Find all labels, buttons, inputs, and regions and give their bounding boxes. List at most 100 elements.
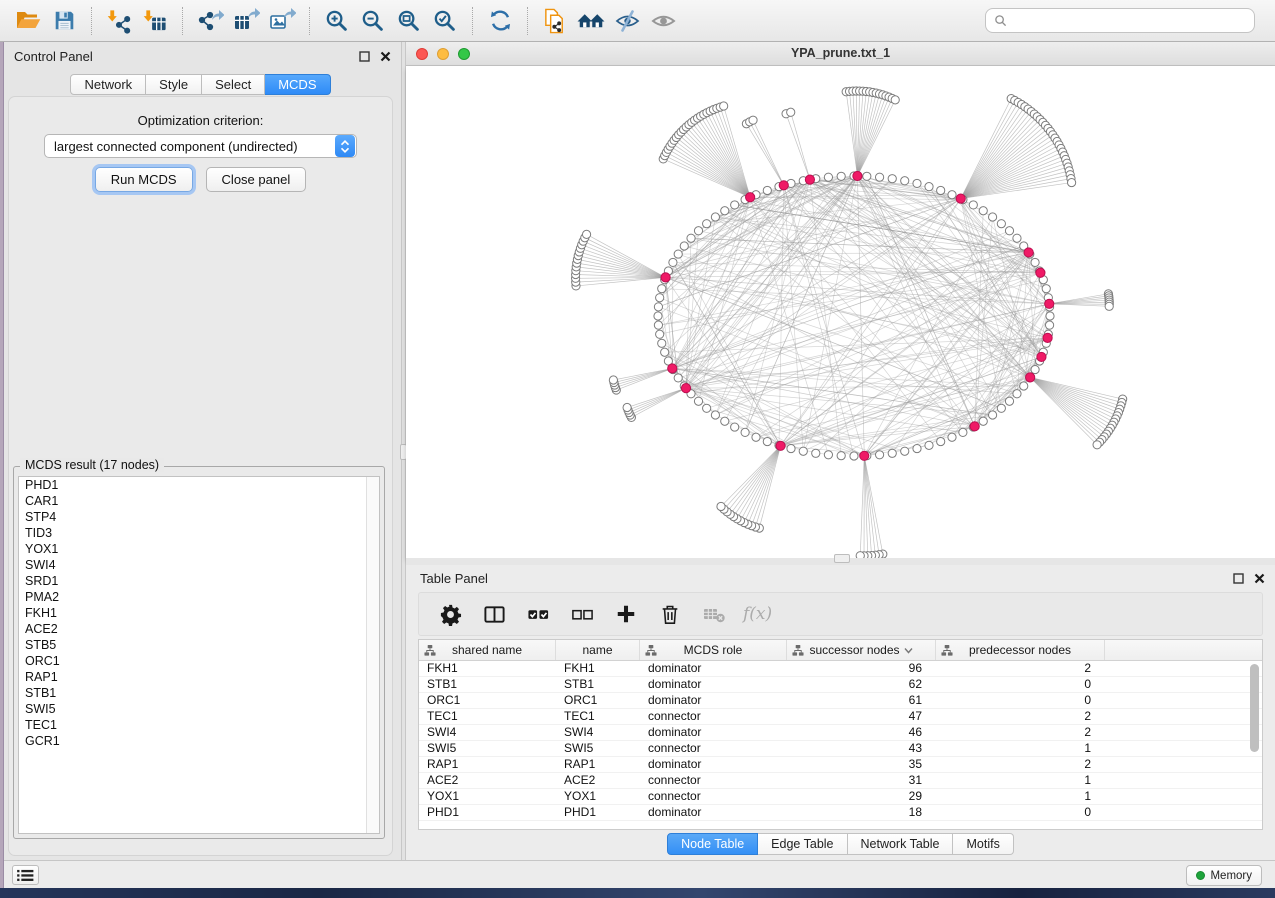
tab-motifs[interactable]: Motifs xyxy=(953,833,1013,855)
table-cell xyxy=(1105,773,1262,788)
mcds-list-item[interactable]: SWI5 xyxy=(19,701,379,717)
mcds-list-item[interactable]: STB5 xyxy=(19,637,379,653)
home-layout-button[interactable] xyxy=(573,3,609,39)
table-cell: 0 xyxy=(936,677,1105,692)
network-graph[interactable] xyxy=(406,66,1275,558)
mcds-list-scrollbar[interactable] xyxy=(366,477,379,833)
mcds-list-item[interactable]: TEC1 xyxy=(19,717,379,733)
tab-network[interactable]: Network xyxy=(70,74,146,95)
memory-button[interactable]: Memory xyxy=(1186,865,1262,886)
table-row[interactable]: TEC1TEC1connector472 xyxy=(419,709,1262,725)
import-table-icon xyxy=(142,8,168,34)
close-panel-button[interactable]: Close panel xyxy=(206,167,307,192)
open-file-button[interactable] xyxy=(10,3,46,39)
table-cell: 0 xyxy=(936,805,1105,820)
table-row[interactable]: STB1STB1dominator620 xyxy=(419,677,1262,693)
table-row[interactable]: SWI4SWI4dominator462 xyxy=(419,725,1262,741)
zoom-out-button[interactable] xyxy=(355,3,391,39)
close-table-panel-button[interactable] xyxy=(1252,571,1266,585)
table-settings-button[interactable] xyxy=(435,599,465,629)
column-header-successor-nodes[interactable]: successor nodes xyxy=(787,640,936,660)
export-image-button[interactable] xyxy=(264,3,300,39)
mcds-list-item[interactable]: GCR1 xyxy=(19,733,379,749)
table-cell: STB1 xyxy=(419,677,556,692)
mcds-list-item[interactable]: ACE2 xyxy=(19,621,379,637)
mcds-list-item[interactable]: ORC1 xyxy=(19,653,379,669)
tab-edge-table[interactable]: Edge Table xyxy=(758,833,847,855)
table-cell: 47 xyxy=(787,709,936,724)
mcds-list-item[interactable]: SRD1 xyxy=(19,573,379,589)
horizontal-splitter-handle[interactable] xyxy=(834,554,850,563)
search-field[interactable] xyxy=(985,8,1255,33)
table-row[interactable]: ORC1ORC1dominator610 xyxy=(419,693,1262,709)
column-header-predecessor-nodes[interactable]: predecessor nodes xyxy=(936,640,1105,660)
table-cell: 2 xyxy=(936,661,1105,676)
mcds-list-item[interactable]: PHD1 xyxy=(19,477,379,493)
export-network-button[interactable] xyxy=(192,3,228,39)
table-row[interactable]: ACE2ACE2connector311 xyxy=(419,773,1262,789)
refresh-button[interactable] xyxy=(482,3,518,39)
tab-node-table[interactable]: Node Table xyxy=(667,833,758,855)
table-cell xyxy=(1105,741,1262,756)
mcds-list-item[interactable]: FKH1 xyxy=(19,605,379,621)
zoom-in-button[interactable] xyxy=(319,3,355,39)
column-header-filler xyxy=(1105,640,1262,660)
tab-select[interactable]: Select xyxy=(202,74,265,95)
mcds-list-item[interactable]: SWI4 xyxy=(19,557,379,573)
tab-network-table[interactable]: Network Table xyxy=(848,833,954,855)
zoom-fit-button[interactable] xyxy=(391,3,427,39)
table-row[interactable]: SWI5SWI5connector431 xyxy=(419,741,1262,757)
column-header-name[interactable]: name xyxy=(556,640,640,660)
horizontal-splitter[interactable] xyxy=(406,558,1275,565)
hide-selected-button[interactable] xyxy=(609,3,645,39)
mcds-list-item[interactable]: YOX1 xyxy=(19,541,379,557)
mcds-list-item[interactable]: STB1 xyxy=(19,685,379,701)
table-cell: SWI5 xyxy=(556,741,640,756)
export-table-button[interactable] xyxy=(228,3,264,39)
table-cell: 2 xyxy=(936,757,1105,772)
search-input[interactable] xyxy=(1012,13,1246,29)
import-table-button[interactable] xyxy=(137,3,173,39)
tab-style[interactable]: Style xyxy=(146,74,202,95)
zoom-selected-button[interactable] xyxy=(427,3,463,39)
open-folder-icon xyxy=(15,7,42,34)
gear-icon xyxy=(439,603,462,626)
mcds-list-item[interactable]: PMA2 xyxy=(19,589,379,605)
table-row[interactable]: RAP1RAP1dominator352 xyxy=(419,757,1262,773)
mcds-list-item[interactable]: CAR1 xyxy=(19,493,379,509)
select-all-columns-button[interactable] xyxy=(523,599,553,629)
table-cell xyxy=(1105,661,1262,676)
table-cell: YOX1 xyxy=(556,789,640,804)
tab-mcds[interactable]: MCDS xyxy=(265,74,330,95)
memory-status-icon xyxy=(1196,871,1205,880)
import-network-button[interactable] xyxy=(101,3,137,39)
column-header-shared-name[interactable]: shared name xyxy=(419,640,556,660)
table-toolbar: f(x) xyxy=(418,592,1263,636)
task-history-button[interactable] xyxy=(12,865,39,885)
criterion-dropdown[interactable]: largest connected component (undirected) xyxy=(44,134,357,158)
unselect-all-columns-button[interactable] xyxy=(567,599,597,629)
column-header-mcds-role[interactable]: MCDS role xyxy=(640,640,787,660)
table-row[interactable]: PHD1PHD1dominator180 xyxy=(419,805,1262,821)
table-cell: 1 xyxy=(936,773,1105,788)
float-table-panel-button[interactable] xyxy=(1231,571,1245,585)
float-panel-button[interactable] xyxy=(357,49,371,63)
mcds-list-item[interactable]: TID3 xyxy=(19,525,379,541)
table-cell: ACE2 xyxy=(556,773,640,788)
delete-column-button[interactable] xyxy=(655,599,685,629)
column-label: successor nodes xyxy=(809,643,899,657)
column-layout-button[interactable] xyxy=(479,599,509,629)
close-panel-icon-button[interactable] xyxy=(378,49,392,63)
table-row[interactable]: YOX1YOX1connector291 xyxy=(419,789,1262,805)
table-scrollbar-thumb[interactable] xyxy=(1250,664,1259,752)
network-window-titlebar[interactable]: YPA_prune.txt_1 xyxy=(406,42,1275,66)
add-column-button[interactable] xyxy=(611,599,641,629)
table-cell: FKH1 xyxy=(419,661,556,676)
run-mcds-button[interactable]: Run MCDS xyxy=(95,167,193,192)
table-row[interactable]: FKH1FKH1dominator962 xyxy=(419,661,1262,677)
save-session-button[interactable] xyxy=(46,3,82,39)
mcds-list-item[interactable]: RAP1 xyxy=(19,669,379,685)
network-canvas[interactable] xyxy=(406,66,1275,558)
clone-network-button[interactable] xyxy=(537,3,573,39)
mcds-list-item[interactable]: STP4 xyxy=(19,509,379,525)
